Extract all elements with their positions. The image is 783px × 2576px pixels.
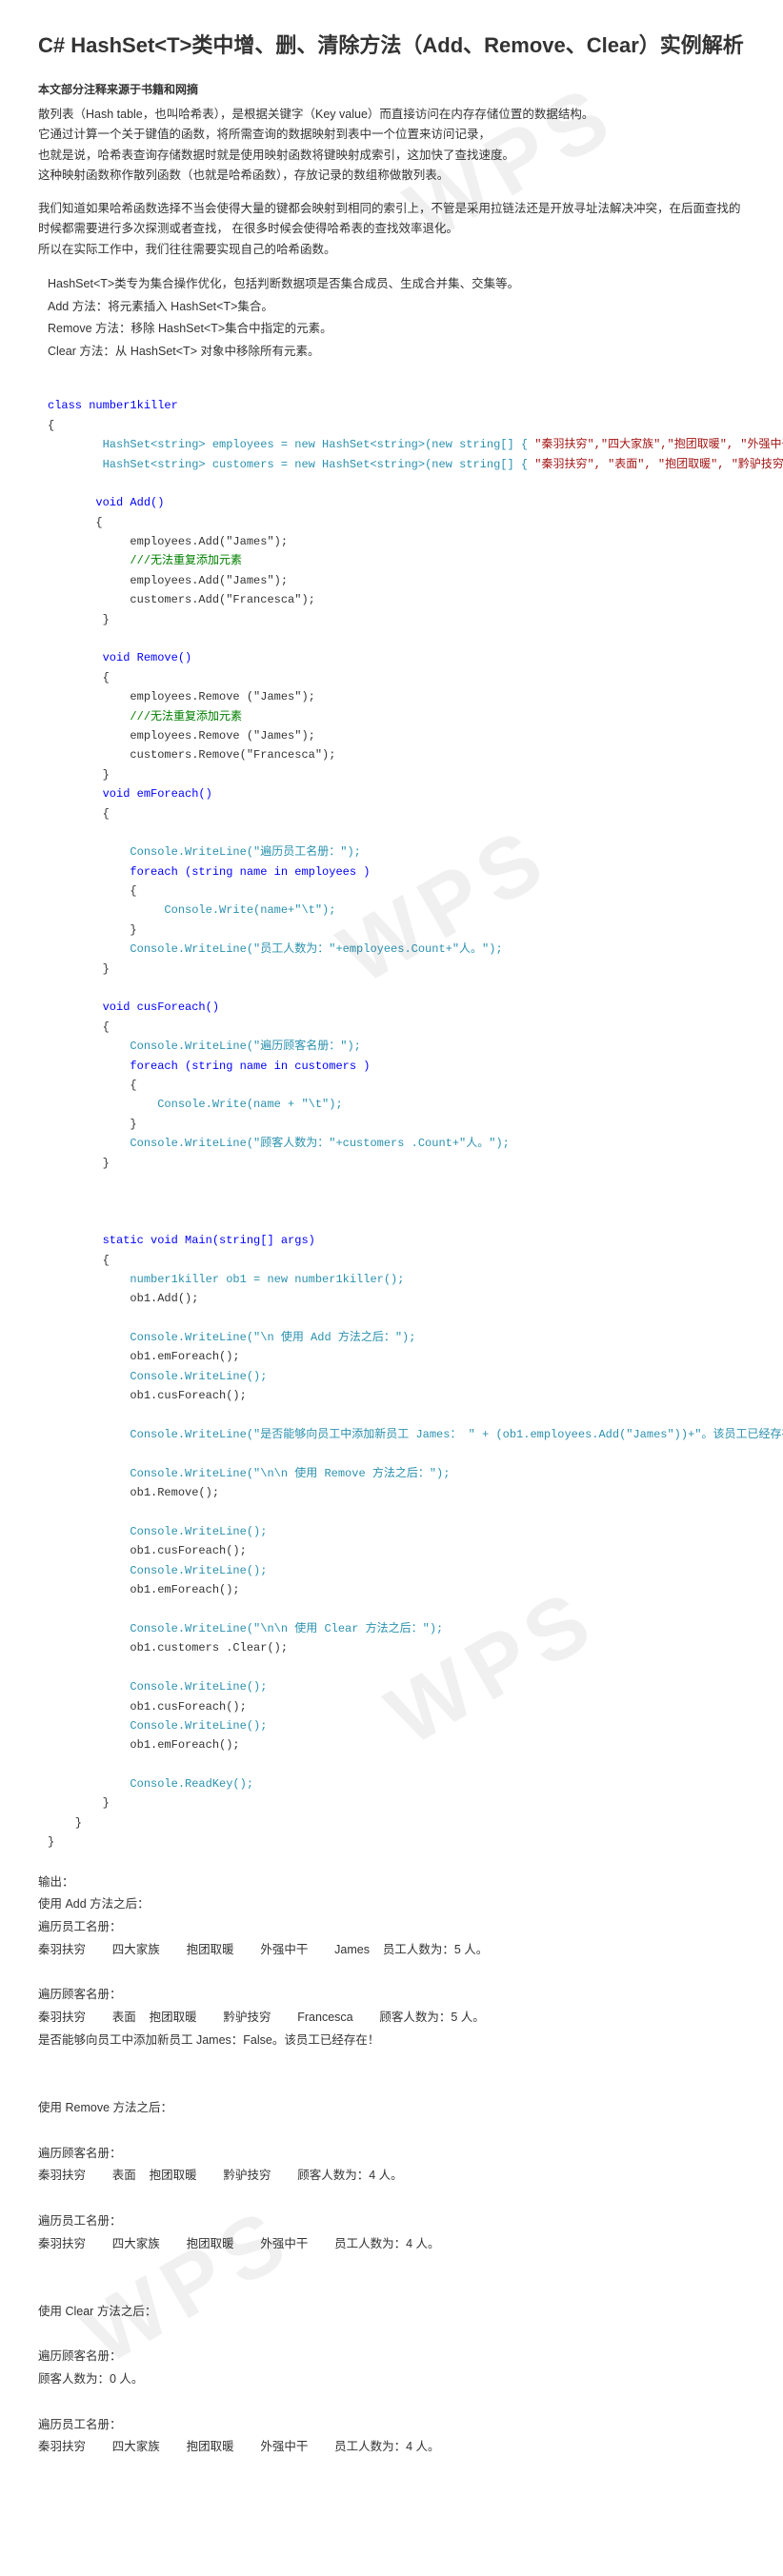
code-line: Console.WriteLine("\n\n 使用 Clear 方法之后：")… (48, 1622, 443, 1635)
code-line: Console.WriteLine("是否能够向员工中添加新员工 James： … (48, 1428, 783, 1441)
code-line: Console.WriteLine(); (48, 1370, 267, 1383)
code-line: HashSet<string> customers = new HashSet<… (48, 458, 783, 471)
code-comment: ///无法重复添加元素 (48, 710, 242, 723)
paragraph-2: 我们知道如果哈希函数选择不当会使得大量的键都会映射到相同的索引上，不管是采用拉链… (38, 199, 745, 260)
code-line: ob1.emForeach(); (48, 1583, 240, 1596)
code-comment: ///无法重复添加元素 (48, 554, 242, 567)
code-line: Console.Write(name + "\t"); (48, 1098, 343, 1111)
code-line: employees.Add("James"); (48, 574, 288, 587)
code-line: } (48, 768, 110, 782)
code-line: } (48, 923, 137, 937)
code-line: HashSet<string> employees = new HashSet<… (48, 438, 783, 451)
code-line: { (48, 671, 110, 684)
code-line: } (48, 962, 110, 976)
code-line: Console.WriteLine("\n\n 使用 Remove 方法之后："… (48, 1467, 450, 1480)
concept-line: HashSet<T>类专为集合操作优化，包括判断数据项是否集合成员、生成合并集、… (48, 273, 745, 296)
code-line: void emForeach() (48, 787, 212, 801)
code-line: Console.WriteLine("遍历顾客名册："); (48, 1040, 361, 1053)
code-line: employees.Remove ("James"); (48, 690, 315, 703)
code-line: Console.WriteLine(); (48, 1525, 267, 1538)
code-line: number1killer ob1 = new number1killer(); (48, 1273, 404, 1286)
code-line: } (48, 1118, 137, 1131)
code-line: Console.Write(name+"\t"); (48, 903, 335, 917)
code-line: { (48, 1020, 110, 1034)
code-line: employees.Add("James"); (48, 535, 288, 548)
code-line: void Add() (48, 496, 164, 509)
concept-line: Clear 方法：从 HashSet<T> 对象中移除所有元素。 (48, 341, 745, 364)
code-line: ob1.cusForeach(); (48, 1700, 247, 1714)
code-line: } (48, 1835, 54, 1849)
code-block: class number1killer { HashSet<string> em… (38, 377, 745, 1853)
concept-line: Remove 方法：移除 HashSet<T>集合中指定的元素。 (48, 318, 745, 341)
code-line: foreach (string name in customers ) (48, 1060, 370, 1073)
code-line: Console.WriteLine("\n 使用 Add 方法之后："); (48, 1331, 415, 1344)
code-line: { (48, 516, 103, 529)
code-line: ob1.Add(); (48, 1292, 198, 1305)
code-line: customers.Remove("Francesca"); (48, 748, 335, 762)
code-line: ob1.emForeach(); (48, 1350, 240, 1363)
code-line: Console.WriteLine(); (48, 1719, 267, 1733)
code-line: Console.WriteLine(); (48, 1564, 267, 1577)
code-line: Console.WriteLine("员工人数为："+employees.Cou… (48, 942, 503, 956)
code-line: static void Main(string[] args) (48, 1234, 315, 1247)
code-line: { (48, 1079, 137, 1092)
page-title: C# HashSet<T>类中增、删、清除方法（Add、Remove、Clear… (38, 29, 745, 62)
code-line: } (48, 613, 110, 626)
code-line: ob1.cusForeach(); (48, 1544, 247, 1557)
code-line: { (48, 884, 137, 898)
code-line: } (48, 1157, 110, 1170)
code-line: Console.WriteLine("遍历员工名册："); (48, 845, 361, 859)
code-line: Console.WriteLine("顾客人数为："+customers .Co… (48, 1137, 510, 1150)
code-line: void cusForeach() (48, 1001, 219, 1014)
code-line: ob1.cusForeach(); (48, 1389, 247, 1402)
code-line: ob1.Remove(); (48, 1486, 219, 1499)
code-line: employees.Remove ("James"); (48, 729, 315, 743)
code-line: ob1.emForeach(); (48, 1738, 240, 1752)
code-line: { (48, 807, 110, 821)
code-line: { (48, 419, 54, 432)
code-line: customers.Add("Francesca"); (48, 593, 315, 606)
output-block: 输出： 使用 Add 方法之后： 遍历员工名册： 秦羽扶穷 四大家族 抱团取暖 … (38, 1872, 745, 2460)
concept-block: HashSet<T>类专为集合操作优化，包括判断数据项是否集合成员、生成合并集、… (38, 273, 745, 364)
code-line: } (48, 1796, 110, 1810)
code-line: } (48, 1816, 82, 1830)
code-line: Console.WriteLine(); (48, 1680, 267, 1694)
code-line: foreach (string name in employees ) (48, 865, 370, 879)
code-line: { (48, 1254, 110, 1267)
code-line: Console.ReadKey(); (48, 1777, 253, 1791)
intro-paragraph: 散列表（Hash table，也叫哈希表），是根据关键字（Key value）而… (38, 105, 745, 186)
concept-line: Add 方法：将元素插入 HashSet<T>集合。 (48, 296, 745, 319)
code-line: void Remove() (48, 651, 191, 664)
code-line: class number1killer (48, 399, 178, 412)
source-note: 本文部分注释来源于书籍和网摘 (38, 81, 745, 97)
code-line: ob1.customers .Clear(); (48, 1641, 288, 1655)
